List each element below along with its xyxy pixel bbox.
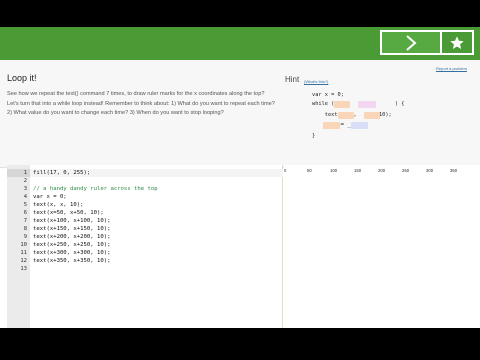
challenge-title: Loop it!: [7, 73, 37, 83]
ruler-tick: 350: [450, 168, 458, 173]
hint-line-5: }: [312, 133, 316, 139]
line-number: 8: [23, 226, 27, 232]
hint-blank: [338, 112, 354, 119]
ruler-tick: 250: [402, 168, 410, 173]
hint-title: Hint: [285, 75, 300, 84]
hint-blank: [358, 101, 376, 108]
ruler-tick: 200: [378, 168, 386, 173]
screen: Loop it! See how we repeat the text() co…: [0, 0, 480, 360]
ruler-tick: 300: [426, 168, 434, 173]
code-line[interactable]: text(x+300, x+300, 10);: [33, 250, 110, 256]
line-number: 4: [23, 194, 27, 200]
hint-line-1: var x = 0;: [312, 92, 344, 98]
ruler-tick: 100: [330, 168, 338, 173]
line-number: 10: [20, 242, 27, 248]
code-line[interactable]: text(x+350, x+350, 10);: [33, 258, 110, 264]
hint-blank: [364, 112, 380, 119]
output-canvas[interactable]: 0 50 100 150 200 250 300 350: [284, 165, 480, 328]
star-icon: [450, 35, 464, 49]
line-number: 11: [20, 250, 27, 256]
line-number: 2: [23, 178, 27, 184]
report-problem-link[interactable]: Report a problem: [436, 66, 467, 71]
hint-blank: [351, 122, 368, 129]
chevron-right-icon: [406, 34, 417, 51]
challenge-panel: Loop it! See how we repeat the text() co…: [0, 60, 480, 168]
code-line[interactable]: text(x, x, 10);: [33, 202, 84, 208]
code-line[interactable]: text(x+200, x+200, 10);: [33, 234, 110, 240]
hint-blank: [334, 101, 350, 108]
code-line[interactable]: text(x=50, x+50, 10);: [33, 210, 104, 216]
code-line[interactable]: fill(17, 0, 255);: [33, 170, 90, 176]
line-number: 9: [23, 234, 27, 240]
code-line[interactable]: var x = 0;: [33, 194, 67, 200]
line-number: 3: [23, 186, 27, 192]
line-number: 13: [20, 266, 27, 272]
ruler-tick: 50: [307, 168, 312, 173]
code-line[interactable]: text(x+100, x+100, 10);: [33, 218, 110, 224]
line-number: 1: [23, 170, 27, 176]
line-number: 7: [23, 218, 27, 224]
code-line[interactable]: text(x+150, x+150, 10);: [33, 226, 110, 232]
line-number: 6: [23, 210, 27, 216]
code-comment[interactable]: // a handy dandy ruler across the top: [33, 186, 158, 192]
whats-this-link[interactable]: (What's this?): [304, 79, 328, 84]
ruler-tick: 0: [284, 168, 287, 173]
line-number: 12: [20, 258, 27, 264]
ruler-tick: 150: [354, 168, 362, 173]
next-step-button[interactable]: [380, 30, 442, 55]
hint-blank: [323, 122, 340, 129]
code-line[interactable]: text(x+250, x+250, 10);: [33, 242, 110, 248]
line-number: 5: [23, 202, 27, 208]
star-step-button[interactable]: [442, 30, 474, 55]
main-content: Loop it! See how we repeat the text() co…: [0, 60, 480, 328]
code-editor[interactable]: 1 2 3 4 5 6 7 8 9 10 11 12 13 fill(17, 0…: [7, 165, 283, 328]
challenge-instructions: See how we repeat the text() command 7 t…: [7, 91, 275, 116]
